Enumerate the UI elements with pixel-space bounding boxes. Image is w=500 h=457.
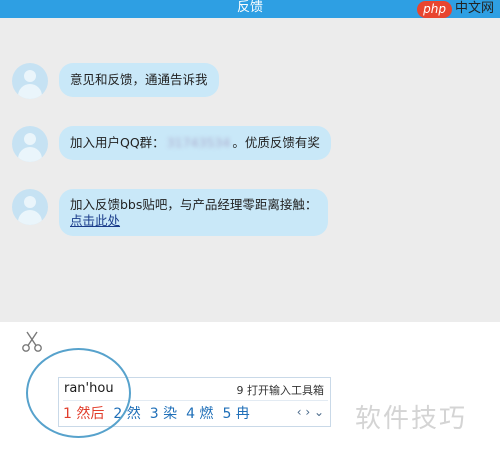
window-title-bar: 反馈 php 中文网 — [0, 0, 500, 18]
chat-message: 加入反馈bbs贴吧，与产品经理零距离接触： 点击此处 — [12, 189, 329, 236]
chat-message: 加入用户QQ群： 31743534 。优质反馈有奖 — [12, 126, 331, 162]
message-bubble: 加入反馈bbs贴吧，与产品经理零距离接触： 点击此处 — [59, 189, 329, 236]
chat-area: 意见和反馈，通通告诉我 加入用户QQ群： 31743534 。优质反馈有奖 加入反馈… — [0, 18, 500, 321]
message-bubble: 意见和反馈，通通告诉我 — [59, 63, 219, 97]
php-watermark-text: 中文网 — [454, 1, 494, 16]
ime-candidate[interactable]: 4 燃 — [186, 403, 213, 423]
ime-candidate[interactable]: 5 冉 — [222, 403, 249, 423]
ime-page-arrows[interactable]: ‹ › ⌄ — [297, 405, 324, 419]
message-bubble: 加入用户QQ群： 31743534 。优质反馈有奖 — [59, 126, 331, 160]
message-text: 。优质反馈有奖 — [232, 135, 320, 150]
ime-toolbox-option[interactable]: 9 打开输入工具箱 — [237, 382, 325, 398]
chat-message: 意见和反馈，通通告诉我 — [12, 63, 219, 99]
click-here-link[interactable]: 点击此处 — [70, 213, 120, 228]
scissors-icon[interactable] — [20, 330, 44, 354]
message-text: 意见和反馈，通通告诉我 — [70, 72, 208, 87]
php-logo: php — [417, 0, 452, 18]
bottom-watermark: 软件技巧 — [355, 404, 468, 434]
highlight-circle-annotation — [26, 348, 131, 438]
avatar-icon — [12, 126, 48, 162]
avatar-icon — [12, 189, 48, 225]
blurred-qq-number: 31743534 — [166, 135, 231, 150]
message-text: 加入反馈bbs贴吧，与产品经理零距离接触： — [70, 197, 318, 212]
window-title: 反馈 — [236, 0, 263, 15]
ime-candidate[interactable]: 3 染 — [150, 403, 177, 423]
avatar-icon — [12, 63, 48, 99]
php-watermark: php 中文网 — [417, 0, 494, 18]
message-text: 加入用户QQ群： — [70, 135, 165, 150]
